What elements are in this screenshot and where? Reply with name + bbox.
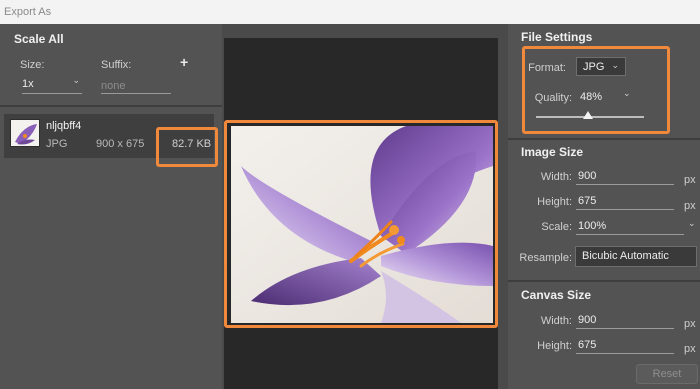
window-title: Export As [0,0,700,24]
file-settings-header: File Settings [521,30,593,44]
scale-select-value: 100% [578,220,607,232]
preview-highlight [224,120,498,328]
image-height-label: Height: [537,196,572,208]
chevron-down-icon[interactable]: ⌄ [688,218,696,229]
image-size-header: Image Size [521,145,584,159]
size-label: Size: [20,59,45,71]
image-width-input[interactable]: 900 [576,170,674,185]
divider [508,280,700,282]
canvas-height-label: Height: [537,340,572,352]
canvas-height-unit: px [684,343,696,355]
chevron-down-icon: ⌄ [72,75,80,85]
file-name: nljqbff4 [46,120,82,132]
file-type: JPG [46,138,68,150]
image-height-input[interactable]: 675 [576,195,674,210]
scale-all-header: Scale All [14,32,64,46]
image-width-unit: px [684,174,696,186]
suffix-label: Suffix: [101,59,132,71]
canvas-size-header: Canvas Size [521,288,592,302]
resample-label: Resample: [519,252,572,264]
add-scale-button[interactable]: + [180,54,188,70]
resample-select[interactable]: Bicubic Automatic [575,246,697,267]
canvas-width-unit: px [684,318,696,330]
image-height-unit: px [684,200,696,212]
file-dimensions: 900 x 675 [96,138,145,150]
canvas-height-input[interactable]: 675 [576,339,674,354]
reset-button[interactable]: Reset [636,364,698,384]
resample-select-value: Bicubic Automatic [582,250,669,262]
divider [0,105,222,107]
divider [508,138,700,140]
file-settings-highlight [522,46,670,134]
scale-label: Scale: [541,221,572,233]
scale-panel: Scale All Size: Suffix: + 1x ⌄ nljqbff4 … [0,24,222,389]
image-width-label: Width: [540,171,572,183]
scale-select[interactable]: 100% [576,220,684,235]
canvas-width-label: Width: [540,315,572,327]
file-thumbnail [10,119,40,147]
suffix-input[interactable] [101,78,171,94]
canvas-width-input[interactable]: 900 [576,314,674,329]
size-select-value: 1x [22,78,34,90]
size-select[interactable]: 1x ⌄ [22,75,82,94]
file-size-highlight [156,127,218,167]
